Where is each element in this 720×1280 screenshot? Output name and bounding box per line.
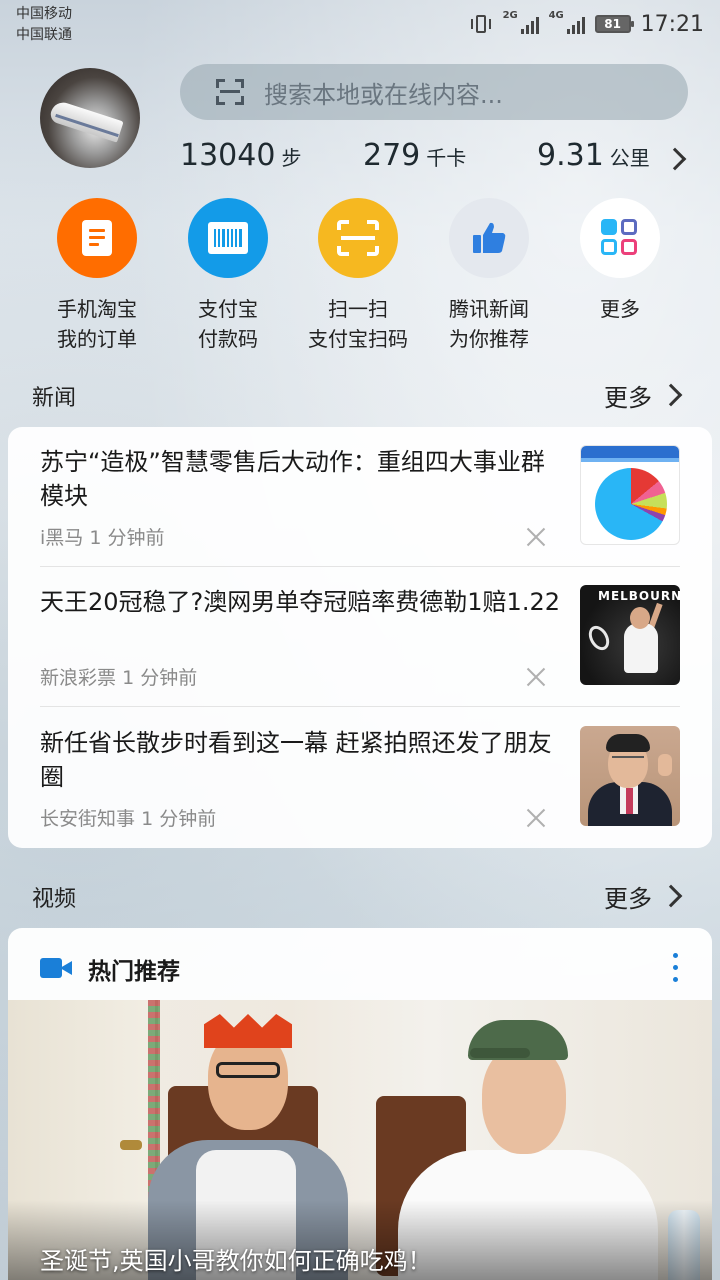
shortcut-label: 腾讯新闻 为你推荐 [449,297,529,351]
status-indicators: 2G 4G 81 17:21 [469,8,704,40]
search-bar[interactable]: 搜索本地或在线内容... [180,64,688,120]
carrier-info: 中国移动 中国联通 [16,4,72,46]
news-meta: 长安街知事 1 分钟前 [40,808,217,830]
news-thumbnail [580,445,680,545]
calories-stat: 279 千卡 [363,138,467,173]
news-thumbnail [580,726,680,826]
chevron-right-icon[interactable] [659,383,683,407]
close-icon[interactable] [526,527,546,547]
news-title: 新任省长散步时看到这一幕 赶紧拍照还发了朋友圈 [40,729,552,791]
barcode-icon [188,198,268,278]
video-card-title: 热门推荐 [88,959,180,985]
steps-stat: 13040 步 [180,138,302,173]
shortcut-label: 支付宝 付款码 [198,297,258,351]
news-card: 苏宁“造极”智慧零售后大动作：重组四大事业群模块 i黑马 1 分钟前 天王20冠… [8,427,712,848]
document-icon [57,198,137,278]
news-item[interactable]: 天王20冠稳了?澳网男单夺冠赔率费德勒1赔1.22 新浪彩票 1 分钟前 MEL… [8,567,712,707]
chevron-right-icon[interactable] [659,884,683,908]
shortcut-taobao-orders[interactable]: 手机淘宝 我的订单 [32,198,162,363]
thumbs-up-icon [449,198,529,278]
signal-4g-icon: 4G [549,10,585,36]
chevron-right-icon[interactable] [663,147,687,171]
news-title: 天王20冠稳了?澳网男单夺冠赔率费德勒1赔1.22 [40,588,560,616]
news-meta: i黑马 1 分钟前 [40,527,165,549]
video-thumbnail[interactable]: 圣诞节,英国小哥教你如何正确吃鸡！ [8,1000,712,1280]
shortcut-tencent-news[interactable]: 腾讯新闻 为你推荐 [424,198,554,363]
carrier-2: 中国联通 [16,27,72,43]
battery-icon: 81 [594,15,634,33]
shortcut-more[interactable]: 更多 [555,198,685,363]
video-camera-icon [40,958,72,978]
scan-icon[interactable] [216,79,244,105]
shortcut-label: 扫一扫 支付宝扫码 [308,297,408,351]
shortcut-label: 手机淘宝 我的订单 [57,297,137,351]
signal-2g-icon: 2G [503,10,539,36]
video-more-link[interactable]: 更多 [604,879,652,914]
shortcut-label: 更多 [600,297,640,321]
news-section-title: 新闻 [32,386,77,411]
carrier-1: 中国移动 [16,6,72,22]
vibrate-icon [469,13,493,35]
shortcut-alipay-paycode[interactable]: 支付宝 付款码 [163,198,293,363]
video-caption: 圣诞节,英国小哥教你如何正确吃鸡！ [40,1247,432,1275]
video-section-title: 视频 [32,887,77,912]
news-title: 苏宁“造极”智慧零售后大动作：重组四大事业群模块 [40,448,545,510]
avatar[interactable] [40,68,140,168]
news-item[interactable]: 新任省长散步时看到这一幕 赶紧拍照还发了朋友圈 长安街知事 1 分钟前 [8,708,712,848]
search-placeholder: 搜索本地或在线内容... [264,80,503,109]
close-icon[interactable] [526,808,546,828]
news-thumbnail: MELBOURN [580,585,680,685]
status-bar: 中国移动 中国联通 2G 4G 81 17:21 [0,0,720,50]
news-meta: 新浪彩票 1 分钟前 [40,667,198,689]
health-stats[interactable]: 13040 步 279 千卡 9.31 公里 [180,132,688,182]
divider [40,706,680,707]
apps-grid-icon [580,198,660,278]
shortcut-grid: 手机淘宝 我的订单 支付宝 付款码 扫一扫 支付宝扫码 腾讯新闻 为你推荐 更多 [0,198,720,368]
video-card-header: 热门推荐 [8,928,712,1000]
news-more-link[interactable]: 更多 [604,378,652,413]
shortcut-alipay-scan[interactable]: 扫一扫 支付宝扫码 [293,198,423,363]
more-options-icon[interactable] [673,953,679,983]
close-icon[interactable] [526,667,546,687]
video-card: 热门推荐 圣诞节,英国小哥教你如何正确吃鸡！ [8,928,712,1280]
clock: 17:21 [640,11,704,37]
distance-stat: 9.31 公里 [537,138,650,173]
scan-icon [318,198,398,278]
news-item[interactable]: 苏宁“造极”智慧零售后大动作：重组四大事业群模块 i黑马 1 分钟前 [8,427,712,567]
